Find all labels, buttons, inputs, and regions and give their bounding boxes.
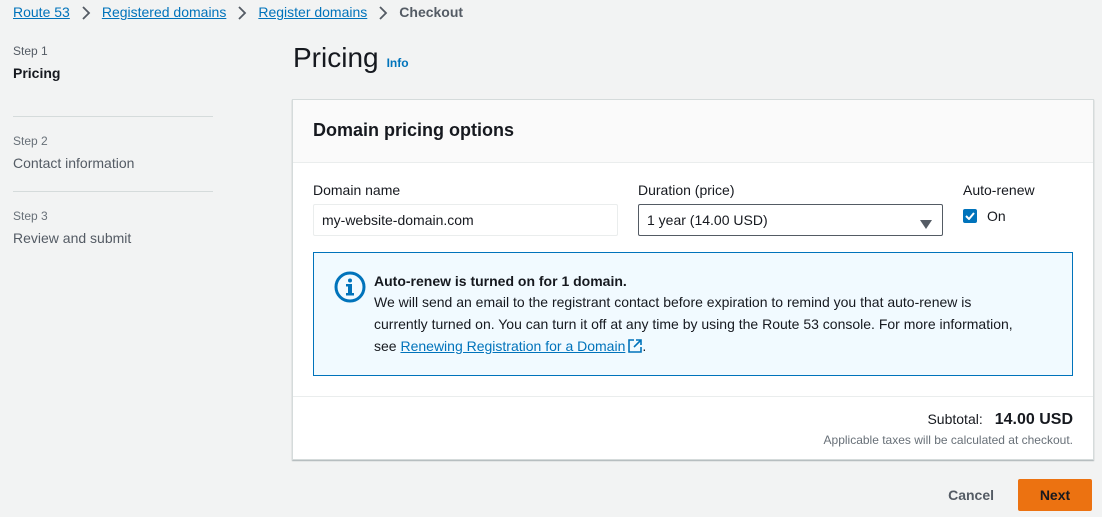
alert-body-prefix: see (374, 338, 397, 354)
auto-renew-on-label: On (987, 208, 1006, 224)
renewing-registration-link[interactable]: Renewing Registration for a Domain (400, 338, 643, 354)
wizard-steps: Step 1 Pricing Step 2 Contact informatio… (13, 42, 213, 267)
panel-footer: Subtotal: 14.00 USD Applicable taxes wil… (293, 396, 1093, 459)
breadcrumb: Route 53 Registered domains Register dom… (13, 3, 463, 21)
page-title: Pricing (293, 42, 379, 73)
chevron-right-icon (367, 4, 399, 20)
alert-body: We will send an email to the registrant … (374, 291, 1052, 359)
chevron-right-icon (226, 4, 258, 20)
wizard-actions: Cancel Next (924, 479, 1092, 511)
external-link-icon (628, 337, 643, 359)
step-review-and-submit: Step 3 Review and submit (13, 192, 213, 267)
step-title: Pricing (13, 65, 61, 81)
auto-renew-checkbox[interactable] (963, 209, 977, 223)
breadcrumb-route53[interactable]: Route 53 (13, 4, 70, 20)
info-link[interactable]: Info (387, 56, 409, 70)
alert-body-line: We will send an email to the registrant … (374, 294, 972, 310)
pricing-fields: Domain name my-website-domain.com Durati… (313, 182, 1073, 242)
step-title: Contact information (13, 155, 135, 171)
auto-renew-field: Auto-renew On (963, 182, 1093, 224)
cancel-button[interactable]: Cancel (924, 487, 1018, 503)
alert-title: Auto-renew is turned on for 1 domain. (374, 273, 627, 289)
step-number: Step 3 (13, 209, 48, 223)
info-icon (334, 271, 366, 308)
alert-body-line: see Renewing Registration for a Domain. (374, 335, 1052, 359)
auto-renew-info-alert: Auto-renew is turned on for 1 domain. We… (313, 252, 1073, 376)
chevron-right-icon (70, 4, 102, 20)
duration-label: Duration (price) (638, 182, 735, 198)
link-text: Renewing Registration for a Domain (400, 338, 626, 354)
next-button[interactable]: Next (1018, 479, 1092, 511)
alert-body-line: currently turned on. You can turn it off… (374, 316, 1013, 332)
tax-note: Applicable taxes will be calculated at c… (823, 433, 1073, 447)
duration-select[interactable]: 1 year (14.00 USD) (638, 204, 943, 236)
domain-name-field: Domain name my-website-domain.com (313, 182, 618, 236)
subtotal-label: Subtotal: (927, 411, 983, 427)
breadcrumb-registered-domains[interactable]: Registered domains (102, 4, 227, 20)
subtotal-value: 14.00 USD (994, 411, 1073, 428)
step-number: Step 1 (13, 44, 48, 58)
subtotal-row: Subtotal: 14.00 USD (293, 411, 1073, 429)
page-header: Pricing Info (293, 42, 409, 74)
caret-down-icon (920, 216, 932, 232)
auto-renew-label: Auto-renew (963, 182, 1035, 198)
domain-name-input: my-website-domain.com (313, 204, 618, 236)
breadcrumb-current: Checkout (399, 4, 464, 20)
step-number: Step 2 (13, 134, 48, 148)
panel-header: Domain pricing options (293, 100, 1093, 163)
auto-renew-row: On (963, 208, 1093, 224)
domain-pricing-panel: Domain pricing options Domain name my-we… (292, 99, 1094, 460)
domain-name-label: Domain name (313, 182, 401, 198)
step-title: Review and submit (13, 230, 132, 246)
duration-field: Duration (price) 1 year (14.00 USD) (638, 182, 943, 236)
panel-title: Domain pricing options (313, 120, 514, 140)
step-pricing: Step 1 Pricing (13, 42, 213, 117)
alert-body-suffix: . (642, 338, 647, 354)
breadcrumb-register-domains[interactable]: Register domains (258, 4, 367, 20)
step-contact-information: Step 2 Contact information (13, 117, 213, 192)
duration-selected-value: 1 year (14.00 USD) (647, 212, 768, 228)
